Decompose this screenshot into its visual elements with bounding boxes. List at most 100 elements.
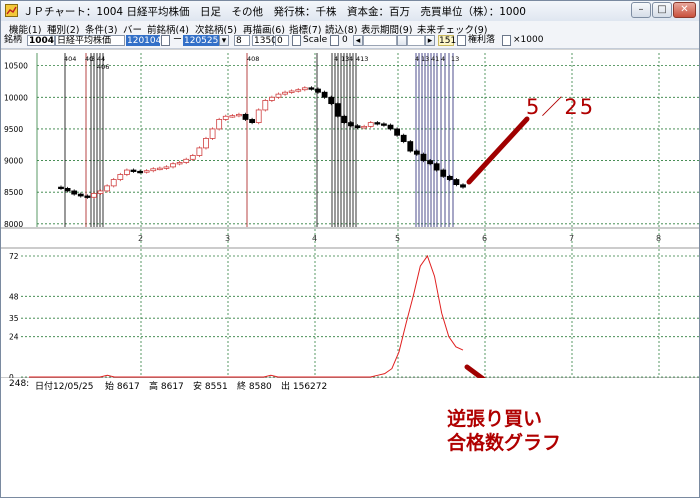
stock-name-input[interactable]: 日経平均株価 [55, 35, 125, 46]
period-input[interactable]: 8 [234, 35, 250, 46]
candle-body [242, 113, 249, 120]
candle-body [315, 88, 321, 93]
caption-line1: 逆張り買い [447, 408, 543, 430]
x-tick-label: 3 [225, 234, 230, 243]
price-tick-label: 8500 [4, 188, 23, 197]
signal-label: 4 [334, 55, 338, 63]
candle-body [189, 155, 196, 160]
candle-body [216, 119, 223, 130]
status-index: 248: [9, 379, 30, 389]
candle-body [288, 90, 295, 93]
candle-body [156, 167, 163, 171]
scale-value: 0 [342, 35, 348, 45]
candle-body [367, 122, 374, 127]
candle-body [110, 179, 117, 187]
candle-body [137, 170, 143, 174]
candle-body [400, 134, 407, 142]
price-tick-label: 8000 [4, 220, 23, 229]
signal-label: 406 [97, 63, 109, 71]
candle-body [341, 115, 348, 124]
indicator-tick-label: 35 [9, 314, 19, 323]
indicator-tick-label: 48 [9, 292, 19, 301]
candle-body [229, 115, 236, 118]
candle-body [170, 163, 176, 168]
title-bar[interactable]: ＪＰチャート：1004 日経平均株価 日足 その他 発行株：千株 資本金：百万 … [1, 1, 699, 22]
app-icon [5, 4, 18, 17]
scale-label: Scale [303, 35, 328, 45]
scroll-track[interactable] [407, 35, 425, 46]
candle-body [84, 195, 91, 198]
candle-body [236, 113, 242, 117]
candle-body [301, 87, 308, 91]
candle-body [282, 91, 288, 95]
x-tick-label: 7 [569, 234, 574, 243]
signal-label: 3 [91, 55, 95, 63]
signal-label: 13 [451, 55, 459, 63]
candle-body [361, 125, 368, 129]
candle-body [203, 138, 209, 149]
menu-bar: 機能(1) 種別(2) 条件(3) バー 前銘柄(4) 次銘柄(5) 再描画(6… [1, 21, 699, 36]
candle-body [130, 169, 137, 172]
date-dash: ー [173, 35, 183, 45]
scale-checkbox[interactable] [292, 35, 301, 46]
slider-thumb[interactable] [397, 35, 407, 46]
candle-body [255, 109, 262, 123]
candle-body [387, 124, 394, 130]
x-tick-label: 6 [482, 234, 487, 243]
candle-body [143, 170, 150, 173]
candle-body [354, 125, 361, 129]
date-pointer-arrow [466, 116, 530, 185]
price-tick-label: 10000 [4, 93, 28, 102]
date-to-dropdown[interactable]: ▾ [219, 35, 229, 46]
candle-body [420, 153, 427, 161]
close-button[interactable]: ✕ [673, 2, 696, 18]
candle-body [97, 190, 104, 194]
slider-left-arrow[interactable]: ◂ [353, 35, 363, 46]
date-from-checkbox[interactable] [161, 35, 170, 46]
minimize-button[interactable]: – [631, 2, 651, 18]
candle-body [275, 93, 282, 98]
app-window: ＪＰチャート：1004 日経平均株価 日足 その他 発行株：千株 資本金：百万 … [0, 0, 700, 498]
scroll-slider[interactable] [363, 35, 397, 46]
candle-body [453, 179, 460, 186]
indicator-tick-label: 24 [9, 333, 19, 342]
bars-input[interactable]: 1350 [252, 35, 277, 46]
candle-body [183, 158, 190, 163]
signal-label: 4 [415, 55, 419, 63]
candle-body [446, 175, 453, 180]
candle-body [196, 147, 203, 156]
maximize-button[interactable]: □ [652, 2, 672, 18]
candle-body [71, 190, 78, 195]
signal-label: 413 [356, 55, 368, 63]
candle-body [295, 89, 302, 92]
code-input[interactable]: 1004 [27, 35, 55, 46]
status-bar: 248: 日付12/05/25 始 8617 高 8617 安 8551 終 8… [1, 378, 699, 392]
candle-body [77, 193, 84, 197]
scale-value-checkbox[interactable] [330, 35, 339, 46]
candle-body [407, 141, 414, 152]
rights-checkbox[interactable] [457, 35, 466, 46]
code-label: 銘柄 [4, 35, 23, 45]
candle-body [328, 96, 335, 105]
candle-body [460, 184, 466, 188]
date-from-input[interactable]: 120104 [126, 35, 161, 46]
indicator-tick-label: 72 [9, 252, 19, 261]
candle-body [209, 128, 216, 139]
candle-body [413, 150, 420, 155]
candle-body [176, 162, 183, 165]
candle-body [427, 160, 433, 165]
date-annotation: 5／25 [526, 95, 596, 119]
x1000-checkbox[interactable] [502, 35, 511, 46]
candle-body [249, 119, 256, 123]
count-display: 151 [438, 35, 457, 46]
offset-input[interactable]: 0 [275, 35, 289, 46]
slider-right-arrow[interactable]: ▸ [425, 35, 435, 46]
candle-body [64, 188, 71, 192]
x1000-label: ×1000 [513, 35, 544, 45]
signal-label: 4 [349, 55, 353, 63]
window-title: ＪＰチャート：1004 日経平均株価 日足 その他 発行株：千株 資本金：百万 … [23, 6, 526, 18]
signal-label: 408 [247, 55, 259, 63]
toolbar: 銘柄 1004 日経平均株価 120104 ー 120525 ▾ 8 1350 … [1, 34, 699, 49]
date-to-input[interactable]: 120525 [183, 35, 219, 46]
candle-body [91, 193, 97, 198]
